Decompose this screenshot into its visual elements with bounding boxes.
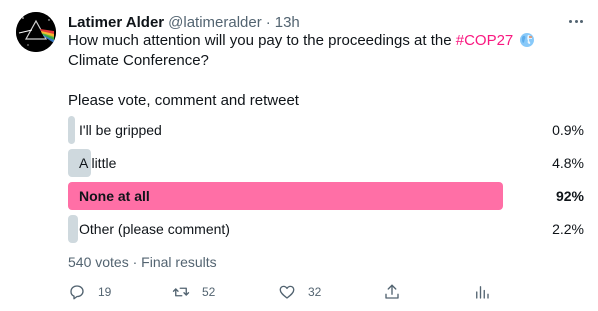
poll-option-label: I'll be gripped — [79, 122, 162, 138]
author-name[interactable]: Latimer Alder — [68, 14, 164, 31]
poll: I'll be gripped 0.9% A little 4.8% None … — [68, 116, 586, 248]
poll-option-label: A little — [79, 155, 117, 171]
poll-option-percent: 92% — [555, 188, 584, 204]
tweet-header: Latimer Alder @latimeralder · 13h — [68, 12, 300, 32]
like-count: 32 — [308, 285, 322, 299]
header-separator: · — [265, 13, 271, 31]
poll-option-winner: None at all 92% — [68, 182, 586, 210]
tweet-paragraph-2: Please vote, comment and retweet — [68, 92, 299, 109]
poll-option-label: None at all — [79, 188, 150, 204]
like-icon — [279, 285, 295, 299]
reply-icon — [70, 285, 84, 300]
share-button[interactable] — [383, 280, 401, 304]
reply-count: 19 — [98, 285, 112, 299]
share-icon — [385, 284, 399, 299]
analytics-icon — [476, 286, 489, 299]
avatar[interactable] — [16, 12, 56, 52]
poll-vote-count: 540 votes — [68, 254, 129, 270]
poll-status: Final results — [141, 254, 217, 270]
poll-option: Other (please comment) 2.2% — [68, 215, 586, 243]
hashtag-link[interactable]: #COP27 — [456, 32, 514, 49]
retweet-count: 52 — [202, 285, 216, 299]
reply-button[interactable]: 19 — [68, 280, 111, 304]
retweet-icon — [172, 287, 190, 297]
poll-option-percent: 4.8% — [552, 155, 584, 171]
globe-emoji-icon — [520, 33, 535, 47]
tweet-text: How much attention will you pay to the p… — [68, 31, 578, 111]
more-icon[interactable] — [566, 14, 586, 28]
meta-separator: · — [132, 254, 138, 270]
tweet-actions: 19 52 32 — [68, 280, 508, 304]
analytics-button[interactable] — [473, 280, 491, 304]
author-handle[interactable]: @latimeralder — [168, 14, 262, 31]
poll-option-label: Other (please comment) — [79, 221, 230, 237]
retweet-button[interactable]: 52 — [172, 280, 215, 304]
poll-option-percent: 2.2% — [552, 221, 584, 237]
tweet-paragraph-1: How much attention will you pay to the p… — [68, 31, 578, 71]
poll-results-meta: 540 votes · Final results — [68, 254, 217, 270]
tweet-timestamp[interactable]: 13h — [275, 14, 300, 31]
like-button[interactable]: 32 — [278, 280, 321, 304]
tweet-text-part: Climate Conference? — [68, 52, 209, 69]
poll-option: I'll be gripped 0.9% — [68, 116, 586, 144]
poll-option: A little 4.8% — [68, 149, 586, 177]
poll-option-percent: 0.9% — [552, 122, 584, 138]
tweet-text-part: How much attention will you pay to the p… — [68, 32, 456, 49]
